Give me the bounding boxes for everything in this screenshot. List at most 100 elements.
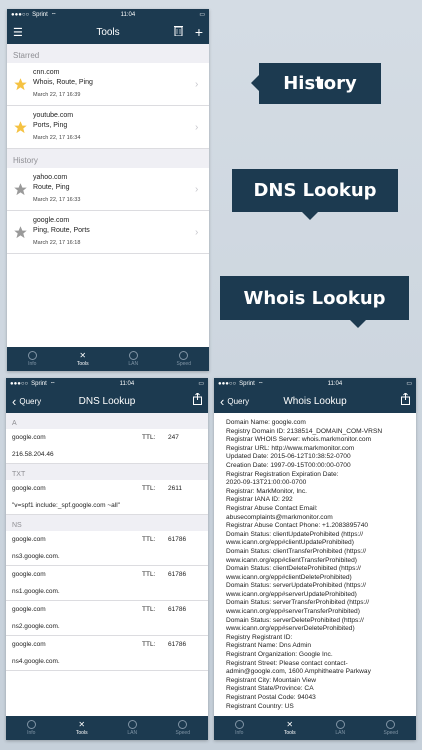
share-icon[interactable] — [193, 392, 202, 410]
section-header-txt: TXT — [6, 464, 208, 480]
dns-record[interactable]: google.com TTL: 61786 ns2.google.com. — [6, 601, 208, 636]
signal-icon: ●●●○○ — [218, 380, 237, 387]
tools-screen: ●●●○○ Sprint ⌔ 11:04 ▭ ☰ Tools + Starred c… — [7, 9, 209, 371]
host-name: cnn.com — [33, 69, 60, 76]
tools-icon: ✕ — [286, 720, 294, 729]
tab-tools[interactable]: ✕ Tools — [57, 716, 108, 740]
navbar: ☰ Tools + — [7, 20, 209, 44]
ttl-label: TTL: — [142, 571, 156, 578]
dns-record[interactable]: google.com TTL: 61786 ns4.google.com. — [6, 636, 208, 671]
star-icon[interactable] — [7, 182, 33, 197]
star-icon[interactable] — [7, 225, 33, 240]
tab-label: LAN — [127, 730, 138, 736]
ttl-label: TTL: — [142, 485, 156, 492]
tab-tools[interactable]: ✕ Tools — [265, 716, 316, 740]
status-bar: ●●●○○ Sprint ⌔ 11:04 ▭ — [6, 378, 208, 389]
ttl-label: TTL: — [142, 641, 156, 648]
trash-icon[interactable] — [173, 23, 183, 41]
tab-label: Info — [28, 361, 37, 367]
tools-used: Ports, Ping — [33, 122, 68, 129]
dns-record[interactable]: google.com TTL: 61786 ns1.google.com. — [6, 566, 208, 601]
record-value: ns4.google.com. — [12, 658, 60, 665]
tab-tools[interactable]: ✕ Tools — [58, 347, 109, 371]
list-item[interactable]: youtube.com Ports, Ping March 22, 17 16:34… — [7, 106, 209, 149]
page-title: DNS Lookup — [78, 395, 136, 407]
record-name: google.com — [12, 641, 46, 648]
section-header-starred: Starred — [7, 44, 209, 63]
tab-label: Tools — [283, 730, 296, 736]
tab-bar: Info ✕ Tools LAN Speed — [214, 716, 416, 740]
chevron-right-icon: › — [195, 226, 199, 238]
speed-icon — [179, 351, 189, 360]
clock: 11:04 — [327, 380, 343, 387]
battery-icon: ▭ — [406, 381, 412, 387]
callout-history: History — [251, 63, 381, 104]
tab-label: Tools — [76, 361, 89, 367]
tab-info[interactable]: Info — [214, 716, 265, 740]
clock: 11:04 — [119, 380, 135, 387]
tab-lan[interactable]: LAN — [107, 716, 158, 740]
tab-speed[interactable]: Speed — [159, 347, 210, 371]
tab-label: Info — [235, 730, 244, 736]
battery-icon: ▭ — [199, 12, 205, 18]
record-name: google.com — [12, 571, 46, 578]
tab-label: Info — [27, 730, 36, 736]
section-header-history: History — [7, 149, 209, 168]
add-icon[interactable]: + — [195, 24, 203, 40]
callout-dns: DNS Lookup — [232, 169, 398, 220]
record-name: google.com — [12, 485, 46, 492]
timestamp: March 22, 17 16:33 — [33, 197, 81, 203]
record-value: ns1.google.com. — [12, 588, 60, 595]
wifi-icon: ⌔ — [257, 381, 264, 388]
list-item[interactable]: google.com Ping, Route, Ports March 22, 17… — [7, 211, 209, 254]
carrier: Sprint — [31, 380, 47, 387]
section-header-a: A — [6, 413, 208, 429]
list-item[interactable]: yahoo.com Route, Ping March 22, 17 16:33 › — [7, 168, 209, 211]
host-name: yahoo.com — [33, 174, 68, 181]
clock: 11:04 — [120, 11, 136, 18]
speed-icon — [386, 720, 396, 729]
tab-info[interactable]: Info — [6, 716, 57, 740]
lan-icon — [128, 351, 138, 360]
star-icon[interactable] — [7, 120, 33, 135]
info-icon — [234, 720, 244, 729]
page-title: Whois Lookup — [283, 395, 347, 407]
section-header-ns: NS — [6, 515, 208, 531]
timestamp: March 22, 17 16:18 — [33, 240, 81, 246]
ttl-value: 247 — [168, 434, 179, 441]
tools-used: Route, Ping — [33, 184, 70, 191]
star-icon[interactable] — [7, 77, 33, 92]
record-name: google.com — [12, 434, 46, 441]
tab-lan[interactable]: LAN — [108, 347, 159, 371]
ttl-value: 61786 — [168, 571, 187, 578]
tab-label: Speed — [175, 730, 190, 736]
ttl-value: 61786 — [168, 606, 187, 613]
host-name: google.com — [33, 217, 70, 224]
tab-speed[interactable]: Speed — [158, 716, 209, 740]
ttl-value: 61786 — [168, 536, 187, 543]
dns-record[interactable]: google.com TTL: 61786 ns3.google.com. — [6, 531, 208, 566]
dns-record[interactable]: google.com TTL: 2611 "v=spf1 include:_spf.g… — [6, 480, 208, 515]
dns-screen: ●●●○○ Sprint ⌔ 11:04 ▭ ‹ Query DNS Lookup A… — [6, 378, 208, 740]
whois-text: Domain Name: google.com Registry Domain … — [226, 419, 383, 710]
tab-speed[interactable]: Speed — [366, 716, 417, 740]
battery-icon: ▭ — [198, 381, 204, 387]
dns-record[interactable]: google.com TTL: 247 216.58.204.46 — [6, 429, 208, 464]
share-icon[interactable] — [401, 392, 410, 410]
info-icon — [26, 720, 36, 729]
carrier: Sprint — [32, 11, 48, 18]
record-name: google.com — [12, 536, 46, 543]
tab-label: LAN — [128, 361, 139, 367]
record-value: ns2.google.com. — [12, 623, 60, 630]
list-item[interactable]: cnn.com Whois, Route, Ping March 22, 17 16… — [7, 63, 209, 106]
tools-icon: ✕ — [78, 720, 86, 729]
tab-bar: Info ✕ Tools LAN Speed — [6, 716, 208, 740]
tab-lan[interactable]: LAN — [315, 716, 366, 740]
ttl-label: TTL: — [142, 434, 156, 441]
ttl-label: TTL: — [142, 606, 156, 613]
speed-icon — [178, 720, 188, 729]
chevron-right-icon: › — [195, 78, 199, 90]
lan-icon — [335, 720, 345, 729]
tab-info[interactable]: Info — [7, 347, 58, 371]
chevron-right-icon: › — [195, 183, 199, 195]
